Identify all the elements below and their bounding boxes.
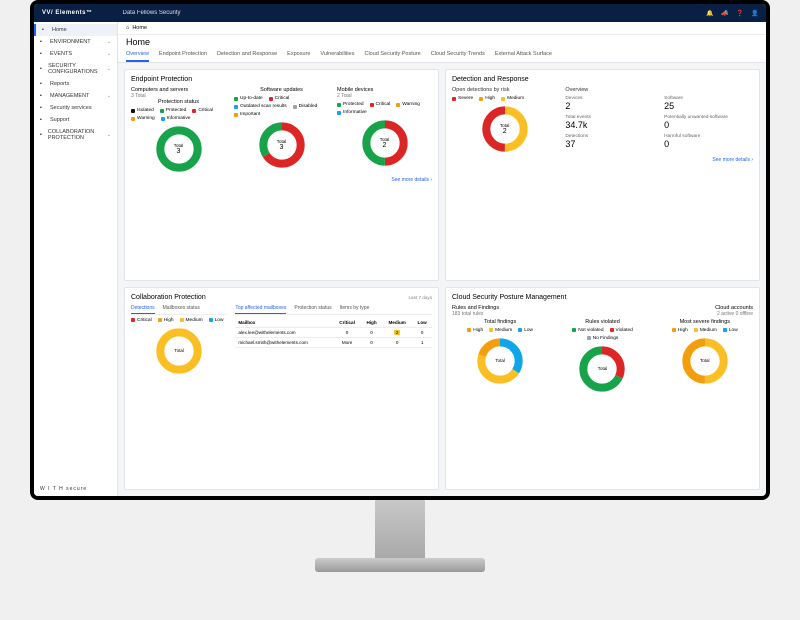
- announce-icon[interactable]: 📣: [721, 10, 728, 17]
- chevron-down-icon: ⌄: [107, 132, 111, 138]
- brand-logo: VV/ Elements™: [42, 10, 93, 16]
- tab-vulnerabilities[interactable]: Vulnerabilities: [320, 51, 354, 62]
- main-tabs: Overview Endpoint Protection Detection and…: [118, 47, 766, 63]
- chevron-down-icon: ⌄: [107, 93, 111, 99]
- globe-icon: ▪: [40, 39, 46, 45]
- donut-2: Total2: [361, 119, 409, 167]
- card-cspm: Cloud Security Posture Management Rules …: [445, 287, 760, 491]
- user-icon[interactable]: 👤: [751, 10, 758, 17]
- shield-icon: ▪: [40, 105, 46, 111]
- table-row[interactable]: michael.smith@withelements.comMore001: [235, 337, 432, 347]
- chart-icon: ▪: [40, 81, 46, 87]
- sidebar-item-collaboration-protection[interactable]: ▪COLLABORATION PROTECTION⌄: [34, 126, 117, 144]
- monitor-stand-base: [315, 558, 485, 572]
- donut-cspm-2: Total: [681, 337, 729, 385]
- bars-icon: ▪: [40, 51, 46, 57]
- tab-cloud-security-posture[interactable]: Cloud Security Posture: [364, 51, 420, 62]
- dashboard-cards: Endpoint Protection Computers and server…: [118, 63, 766, 496]
- page-title: Home: [118, 35, 766, 47]
- home-icon: ▪: [42, 27, 48, 33]
- mini-tab[interactable]: Mailboxes status: [163, 305, 200, 314]
- tab-cloud-security-trends[interactable]: Cloud Security Trends: [431, 51, 485, 62]
- card-title: Cloud Security Posture Management: [452, 294, 753, 301]
- donut-0: Total3: [155, 125, 203, 173]
- topbar-icons: 🔔 📣 ❓ 👤: [706, 10, 758, 17]
- notification-icon[interactable]: 🔔: [706, 10, 713, 17]
- mini-tab[interactable]: Protection status: [294, 305, 331, 314]
- see-more-dr[interactable]: See more details ›: [452, 157, 753, 163]
- collab-period: Last 7 days: [409, 295, 433, 300]
- sidebar: ▪Home▪ENVIRONMENT⌄▪EVENTS⌄▪SECURITY CONF…: [34, 22, 118, 496]
- donut-collab: Total: [155, 327, 203, 375]
- sidebar-item-security-services[interactable]: ▪Security services: [34, 102, 117, 114]
- tab-endpoint-protection[interactable]: Endpoint Protection: [159, 51, 207, 62]
- sidebar-item-security-configurations[interactable]: ▪SECURITY CONFIGURATIONS⌄: [34, 60, 117, 78]
- sidebar-item-events[interactable]: ▪EVENTS⌄: [34, 48, 117, 60]
- gear-icon: ▪: [40, 93, 46, 99]
- card-detection-response: Detection and Response Open detections b…: [445, 69, 760, 281]
- card-title: Endpoint Protection: [131, 76, 432, 83]
- tab-external-attack-surface[interactable]: External Attack Surface: [495, 51, 552, 62]
- donut-cspm-0: Total: [476, 337, 524, 385]
- donut-detections: Total2: [481, 105, 529, 153]
- monitor-frame: VV/ Elements™ Data Fellows Security 🔔 📣 …: [30, 0, 770, 500]
- mini-tab[interactable]: Top affected mailboxes: [235, 305, 286, 314]
- breadcrumb-label: Home: [132, 25, 147, 31]
- mini-tab[interactable]: Items by type: [340, 305, 370, 314]
- donut-1: Total3: [258, 121, 306, 169]
- chevron-down-icon: ⌄: [107, 39, 111, 45]
- tab-detection-and-response[interactable]: Detection and Response: [217, 51, 277, 62]
- donut-cspm-1: Total: [578, 345, 626, 393]
- org-name: Data Fellows Security: [123, 10, 181, 16]
- home-icon: ⌂: [126, 25, 129, 31]
- collab-icon: ▪: [40, 132, 44, 138]
- chevron-down-icon: ⌄: [107, 66, 111, 72]
- dr-overview: Overview: [565, 87, 753, 93]
- sliders-icon: ▪: [40, 66, 44, 72]
- watermark-logo: W I T H secure: [34, 482, 117, 496]
- breadcrumb[interactable]: ⌂ Home: [118, 22, 766, 35]
- sidebar-item-reports[interactable]: ▪Reports: [34, 78, 117, 90]
- tab-overview[interactable]: Overview: [126, 51, 149, 62]
- chevron-down-icon: ⌄: [107, 51, 111, 57]
- content-area: ⌂ Home Home Overview Endpoint Protection D…: [118, 22, 766, 496]
- topbar: VV/ Elements™ Data Fellows Security 🔔 📣 …: [34, 4, 766, 22]
- mini-tab[interactable]: Detections: [131, 305, 155, 314]
- sidebar-item-home[interactable]: ▪Home: [34, 24, 117, 36]
- card-title: Detection and Response: [452, 76, 753, 83]
- sidebar-item-environment[interactable]: ▪ENVIRONMENT⌄: [34, 36, 117, 48]
- card-collab-protection: Collaboration Protection Last 7 days Det…: [124, 287, 439, 491]
- screen: VV/ Elements™ Data Fellows Security 🔔 📣 …: [34, 4, 766, 496]
- table-row[interactable]: alex.lee@withelements.com0020: [235, 327, 432, 337]
- monitor-stand-neck: [375, 500, 425, 560]
- sidebar-item-support[interactable]: ▪Support: [34, 114, 117, 126]
- mailbox-table: MailboxCriticalHighMediumLowalex.lee@wit…: [235, 318, 432, 348]
- tab-exposure[interactable]: Exposure: [287, 51, 310, 62]
- see-more-epp[interactable]: See more details ›: [131, 177, 432, 183]
- card-endpoint-protection: Endpoint Protection Computers and server…: [124, 69, 439, 281]
- help-icon[interactable]: ❓: [736, 10, 743, 17]
- support-icon: ▪: [40, 117, 46, 123]
- sidebar-item-management[interactable]: ▪MANAGEMENT⌄: [34, 90, 117, 102]
- dr-open-title: Open detections by risk: [452, 87, 557, 93]
- card-title: Collaboration Protection: [131, 294, 206, 301]
